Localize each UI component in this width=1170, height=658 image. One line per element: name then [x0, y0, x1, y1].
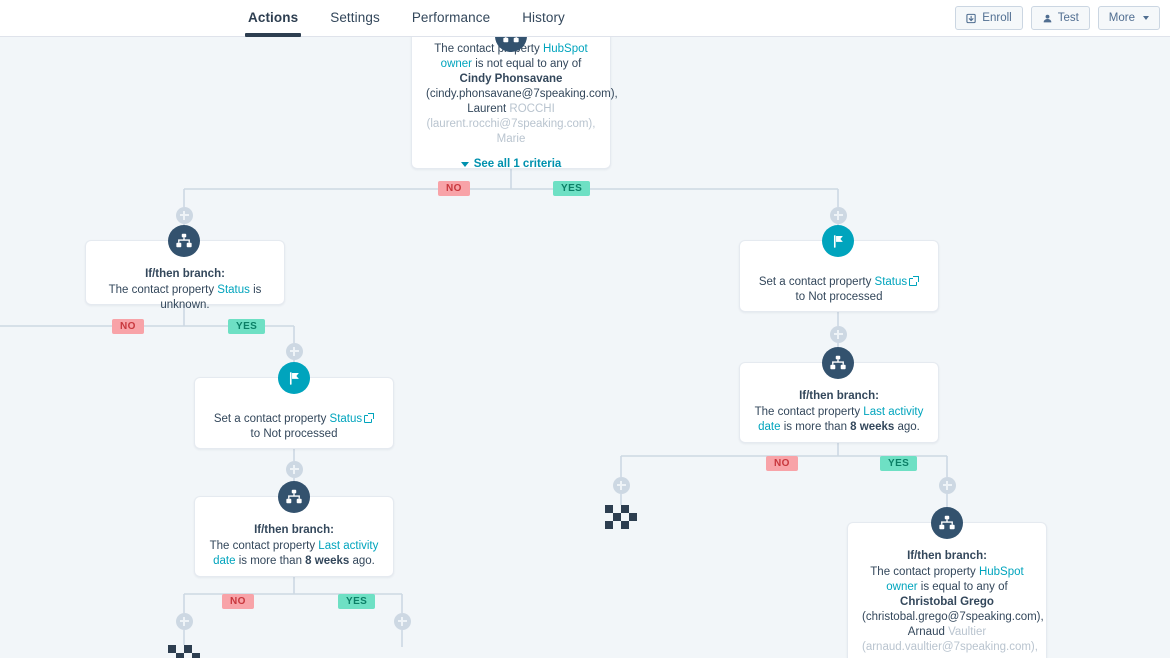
- card-body: Set a contact property Status to Not pro…: [754, 275, 924, 305]
- card-text-mid: is more than: [780, 421, 851, 433]
- card-name-bold: Cindy Phonsavane: [459, 73, 563, 85]
- chevron-down-icon: [460, 162, 469, 167]
- badge-no-right: NO: [766, 456, 798, 471]
- branch-icon-node-left-activity[interactable]: [278, 481, 310, 513]
- card-text-pre: The contact property: [434, 43, 543, 55]
- badge-yes-right: YES: [880, 456, 918, 471]
- tab-history[interactable]: History: [522, 0, 565, 37]
- card-text-pre: Set a contact property: [758, 276, 875, 288]
- tab-performance[interactable]: Performance: [412, 0, 490, 37]
- enroll-button-label: Enroll: [982, 12, 1012, 24]
- branch-icon: [286, 489, 302, 504]
- branch-icon: [939, 515, 955, 530]
- tab-bar: Actions Settings Performance History: [244, 0, 597, 37]
- card-body: The contact property HubSpot owner is eq…: [862, 565, 1044, 658]
- see-all-criteria-link-top[interactable]: See all 1 criteria: [426, 157, 596, 172]
- external-link-icon[interactable]: [364, 413, 375, 423]
- card-text-pre: The contact property: [209, 540, 319, 552]
- card-name-faded: ROCCHI (laurent.rocchi@7speaking.com), M…: [426, 103, 596, 145]
- card-text-pre: The contact property: [754, 406, 864, 418]
- add-step-button-right-no[interactable]: [612, 476, 630, 494]
- card-text-mid: is more than: [235, 555, 306, 567]
- external-link-icon[interactable]: [909, 276, 920, 286]
- add-step-button-mid[interactable]: [285, 342, 303, 360]
- enroll-button[interactable]: Enroll: [955, 6, 1023, 30]
- add-step-button-bottom-yes[interactable]: [393, 612, 411, 630]
- person-icon: [1042, 13, 1053, 24]
- branch-icon-node-left[interactable]: [168, 225, 200, 257]
- action-card-branch-owner-equal[interactable]: If/then branch: The contact property Hub…: [847, 522, 1047, 658]
- header-actions: Enroll Test More: [955, 6, 1160, 30]
- badge-no-bottom: NO: [222, 594, 254, 609]
- flag-icon: [833, 234, 843, 248]
- card-title: If/then branch:: [907, 550, 987, 562]
- end-node-middle[interactable]: [605, 505, 637, 529]
- badge-yes-top: YES: [553, 181, 591, 196]
- card-text-post: ago.: [349, 555, 375, 567]
- property-link-status[interactable]: Status: [330, 413, 363, 425]
- card-text-pre: Set a contact property: [213, 413, 330, 425]
- caret-down-icon: [1143, 16, 1149, 20]
- badge-yes-bottom: YES: [338, 594, 376, 609]
- workflow-canvas[interactable]: If/then branch: The contact property Hub…: [0, 37, 1170, 658]
- flag-icon-node-mid[interactable]: [278, 362, 310, 394]
- tab-actions[interactable]: Actions: [244, 0, 302, 37]
- card-body: The contact property Status is unknown.: [100, 283, 270, 313]
- card-text-post: to Not processed: [250, 428, 338, 440]
- add-step-button-right-top[interactable]: [829, 206, 847, 224]
- see-all-criteria-label: See all 1 criteria: [473, 158, 562, 170]
- test-button[interactable]: Test: [1030, 6, 1090, 30]
- card-body: The contact property Last activity date …: [754, 405, 924, 435]
- add-step-button-right-yes[interactable]: [938, 476, 956, 494]
- branch-icon: [503, 37, 519, 43]
- add-step-button-bottom-no[interactable]: [175, 612, 193, 630]
- add-step-button-left-top[interactable]: [175, 206, 193, 224]
- branch-icon-node-bottom-right[interactable]: [931, 507, 963, 539]
- card-body: The contact property Last activity date …: [209, 539, 379, 569]
- card-text-post: ago.: [894, 421, 920, 433]
- card-text-post: to Not processed: [795, 291, 883, 303]
- enroll-icon: [966, 13, 977, 24]
- tab-settings[interactable]: Settings: [330, 0, 380, 37]
- add-step-button-left-lower[interactable]: [285, 460, 303, 478]
- property-link-status[interactable]: Status: [217, 284, 250, 296]
- card-body: Set a contact property Status to Not pro…: [209, 412, 379, 442]
- checkered-flag-icon: [168, 645, 200, 658]
- card-name-bold: Christobal Grego: [900, 596, 994, 608]
- add-step-button-right-mid[interactable]: [829, 325, 847, 343]
- test-button-label: Test: [1057, 12, 1079, 24]
- badge-no-top: NO: [438, 181, 470, 196]
- card-text-post: is equal to any of: [917, 581, 1008, 593]
- end-node-bottom-left[interactable]: [168, 645, 200, 658]
- flag-icon-node-right[interactable]: [822, 225, 854, 257]
- card-text-pre: The contact property: [870, 566, 979, 578]
- more-button[interactable]: More: [1097, 6, 1160, 30]
- branch-icon-node-right-activity[interactable]: [822, 347, 854, 379]
- branch-icon: [176, 233, 192, 248]
- card-value-bold: 8 weeks: [850, 421, 895, 433]
- card-title: If/then branch:: [254, 524, 334, 536]
- card-value-bold: 8 weeks: [305, 555, 350, 567]
- card-text-pre: The contact property: [108, 284, 218, 296]
- more-button-label: More: [1108, 12, 1135, 24]
- checkered-flag-icon: [605, 505, 637, 529]
- branch-icon: [830, 355, 846, 370]
- action-card-branch-owner-not-equal[interactable]: If/then branch: The contact property Hub…: [411, 37, 618, 172]
- top-navigation-bar: Actions Settings Performance History Enr…: [0, 0, 1170, 37]
- card-title: If/then branch:: [799, 390, 879, 402]
- property-link-status[interactable]: Status: [875, 276, 908, 288]
- card-body: The contact property HubSpot owner is no…: [426, 42, 618, 147]
- badge-yes-left: YES: [228, 319, 266, 334]
- workflow-nodes: If/then branch: The contact property Hub…: [0, 37, 1170, 658]
- card-title: If/then branch:: [145, 268, 225, 280]
- flag-icon: [289, 371, 299, 385]
- card-name-faded: Vaultier (arnaud.vaultier@7speaking.com)…: [862, 626, 1038, 658]
- card-text-post: is not equal to any of: [472, 58, 582, 70]
- badge-no-left: NO: [112, 319, 144, 334]
